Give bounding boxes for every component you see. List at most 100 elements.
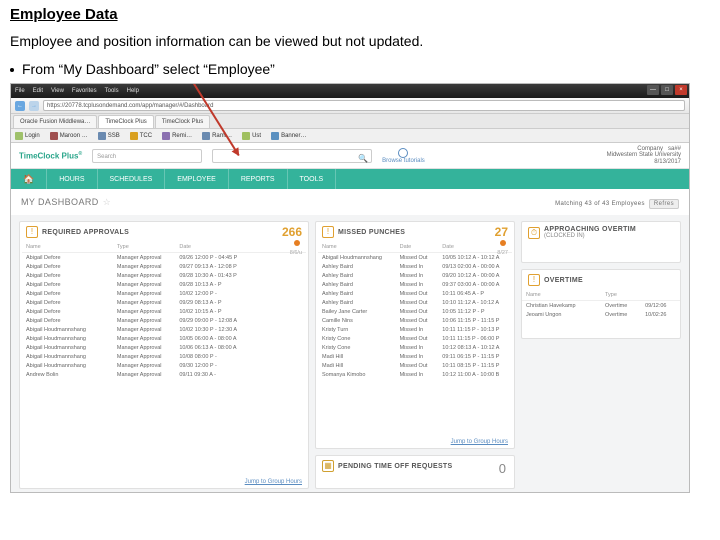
bookmark-remi[interactable]: Remi… xyxy=(162,132,192,140)
tab-oracle[interactable]: Oracle Fusion Middlewa… xyxy=(13,115,97,128)
clock-icon: ⏱ xyxy=(528,227,540,239)
overtime-table: Name Type Christian HavekampOvertime09/1… xyxy=(522,290,680,319)
table-row[interactable]: Madi HillMissed Out10:11 08:15 P - 11:15… xyxy=(318,361,512,370)
table-row[interactable]: Abigail DeforeManager Approval10/02 10:1… xyxy=(22,307,306,316)
table-row[interactable]: Abigail HoudmannshangManager Approval10/… xyxy=(22,334,306,343)
address-bar: ← → https://20778.tcplusondemand.com/app… xyxy=(11,98,689,114)
card-approaching: ⏱ APPROACHING OVERTIM (CLOCKED IN) xyxy=(521,221,681,263)
calendar-icon: ▦ xyxy=(322,460,334,472)
menu-file[interactable]: File xyxy=(15,88,25,94)
screenshot-container: File Edit View Favorites Tools Help — □ … xyxy=(10,83,690,493)
menu-view[interactable]: View xyxy=(51,88,64,94)
table-row[interactable]: Abigail HoudmannshangManager Approval10/… xyxy=(22,325,306,334)
heat-indicator xyxy=(294,240,300,246)
table-row[interactable]: Abigail DeforeManager Approval09/26 12:0… xyxy=(22,253,306,263)
refresh-button[interactable]: Refres xyxy=(649,199,679,209)
nav-schedules[interactable]: SCHEDULES xyxy=(98,169,166,189)
missed-table: Name Date Date Abigail HoudmannshangMiss… xyxy=(318,242,512,379)
table-row[interactable]: Abigail DeforeManager Approval09/28 10:3… xyxy=(22,271,306,280)
table-row[interactable]: Ashley BairdMissed In09:37 03:00 A - 00:… xyxy=(318,280,512,289)
bookmark-login[interactable]: Login xyxy=(15,132,40,140)
table-row[interactable]: Kristy ConeMissed Out10:11 11:15 P - 06:… xyxy=(318,334,512,343)
missed-count: 27 xyxy=(495,225,508,239)
table-row[interactable]: Abigail HoudmannshangManager Approval10/… xyxy=(22,343,306,352)
nav-tools[interactable]: TOOLS xyxy=(288,169,337,189)
page-title: Employee Data xyxy=(10,6,710,23)
table-row[interactable]: Madi HillMissed In09:11 06:15 P - 11:15 … xyxy=(318,352,512,361)
person-icon xyxy=(398,148,408,158)
table-row[interactable]: Abigail DeforeManager Approval10/02 12:0… xyxy=(22,289,306,298)
table-row[interactable]: Abigail DeforeManager Approval09/27 09:1… xyxy=(22,262,306,271)
table-row[interactable]: Jeoami UngonOvertime10/02:26 xyxy=(522,310,680,319)
table-row[interactable]: Christian HavekampOvertime09/12:06 xyxy=(522,301,680,311)
card-overtime: ! OVERTIME Name Type Christian HavekampO… xyxy=(521,269,681,339)
nav-reports[interactable]: REPORTS xyxy=(229,169,288,189)
menu-tools[interactable]: Tools xyxy=(105,88,119,94)
table-row[interactable]: Camille NinsMissed Out10:06 11:15 P - 11… xyxy=(318,316,512,325)
card-missed: ! MISSED PUNCHES 27 8/27 Name Date Date xyxy=(315,221,515,449)
approvals-title: REQUIRED APPROVALS xyxy=(42,229,129,236)
app-logo: TimeClock Plus® xyxy=(19,151,82,161)
dashboard-header: MY DASHBOARD☆ Matching 43 of 43 Employee… xyxy=(11,189,689,215)
table-row[interactable]: Andrew BolinManager Approval09/11 09:30 … xyxy=(22,370,306,379)
table-row[interactable]: Abigail DeforeManager Approval09/29 08:1… xyxy=(22,298,306,307)
dashboard-title: MY DASHBOARD xyxy=(21,197,99,207)
search-icon: 🔍 xyxy=(358,152,368,166)
approvals-count: 266 xyxy=(282,225,302,239)
company-info: Company sa## Midwestern State University… xyxy=(607,146,681,166)
approvals-jump-link[interactable]: Jump to Group Hours xyxy=(20,476,308,488)
missed-date: 8/27 xyxy=(497,250,508,256)
window-maximize-button[interactable]: □ xyxy=(661,85,673,95)
missed-icon: ! xyxy=(322,226,334,238)
bookmark-ssb[interactable]: SSB xyxy=(98,132,120,140)
url-field[interactable]: https://20778.tcplusondemand.com/app/man… xyxy=(43,100,685,111)
window-minimize-button[interactable]: — xyxy=(647,85,659,95)
window-close-button[interactable]: × xyxy=(675,85,687,95)
bookmark-banner[interactable]: Banner… xyxy=(271,132,306,140)
table-row[interactable]: Abigail HoudmannshangManager Approval09/… xyxy=(22,361,306,370)
missed-title: MISSED PUNCHES xyxy=(338,229,405,236)
tab-tcp-1[interactable]: TimeClock Plus xyxy=(98,115,153,128)
approvals-icon: ! xyxy=(26,226,38,238)
table-row[interactable]: Somanya KimoboMissed In10:12 11:00 A - 1… xyxy=(318,370,512,379)
overtime-icon: ! xyxy=(528,274,540,286)
page-subtitle: Employee and position information can be… xyxy=(10,33,710,49)
nav-hours[interactable]: HOURS xyxy=(47,169,97,189)
table-row[interactable]: Kristy ConeMissed In10:12 08:13 A - 10:1… xyxy=(318,343,512,352)
menu-favorites[interactable]: Favorites xyxy=(72,88,97,94)
card-approvals: ! REQUIRED APPROVALS 266 8/6/u Name Type… xyxy=(19,221,309,489)
table-row[interactable]: Ashley BairdMissed Out10:11 06:45 A - P xyxy=(318,289,512,298)
bookmark-tcc[interactable]: TCC xyxy=(130,132,152,140)
approaching-title: APPROACHING OVERTIM xyxy=(544,226,636,233)
menu-help[interactable]: Help xyxy=(127,88,139,94)
menu-edit[interactable]: Edit xyxy=(33,88,43,94)
table-row[interactable]: Abigail HoudmannshangManager Approval10/… xyxy=(22,352,306,361)
table-row[interactable]: Bailey Jane CarterMissed Out10:05 11:12 … xyxy=(318,307,512,316)
heat-indicator xyxy=(500,240,506,246)
table-row[interactable]: Ashley BairdMissed In09/20 10:12 A - 00:… xyxy=(318,271,512,280)
table-row[interactable]: Ashley BairdMissed In09/13 02:00 A - 00:… xyxy=(318,262,512,271)
app-header: TimeClock Plus® Search 🔍 Browse tutorial… xyxy=(11,143,689,169)
table-row[interactable]: Kristy TurnMissed In10:11 11:15 P - 10:1… xyxy=(318,325,512,334)
table-row[interactable]: Abigail HoudmannshangMissed Out10/05 10:… xyxy=(318,253,512,263)
bookmark-maroon[interactable]: Maroon … xyxy=(50,132,88,140)
tab-tcp-2[interactable]: TimeClock Plus xyxy=(155,115,210,128)
forward-button[interactable]: → xyxy=(29,101,39,111)
browse-tutorials-link[interactable]: Browse tutorials xyxy=(382,148,425,164)
main-nav: 🏠 HOURS SCHEDULES EMPLOYEE REPORTS TOOLS xyxy=(11,169,689,189)
pending-count: 0 xyxy=(499,461,506,476)
bookmarks-bar: Login Maroon … SSB TCC Remi… Rami… Ust B… xyxy=(11,129,689,143)
back-button[interactable]: ← xyxy=(15,101,25,111)
instruction-bullet: From “My Dashboard” select “Employee” xyxy=(10,61,710,77)
table-row[interactable]: Abigail DeforeManager Approval09/28 10:1… xyxy=(22,280,306,289)
nav-employee[interactable]: EMPLOYEE xyxy=(165,169,229,189)
missed-jump-link[interactable]: Jump to Group Hours xyxy=(316,436,514,448)
app-search-left[interactable]: Search xyxy=(92,149,202,163)
browser-tabs: Oracle Fusion Middlewa… TimeClock Plus T… xyxy=(11,114,689,129)
star-icon[interactable]: ☆ xyxy=(103,197,111,207)
bookmark-ust[interactable]: Ust xyxy=(242,132,261,140)
table-row[interactable]: Abigail DeforeManager Approval09/29 09:0… xyxy=(22,316,306,325)
overtime-title: OVERTIME xyxy=(544,277,583,284)
nav-home[interactable]: 🏠 xyxy=(11,169,47,189)
table-row[interactable]: Ashley BairdMissed Out10:10 11:12 A - 10… xyxy=(318,298,512,307)
